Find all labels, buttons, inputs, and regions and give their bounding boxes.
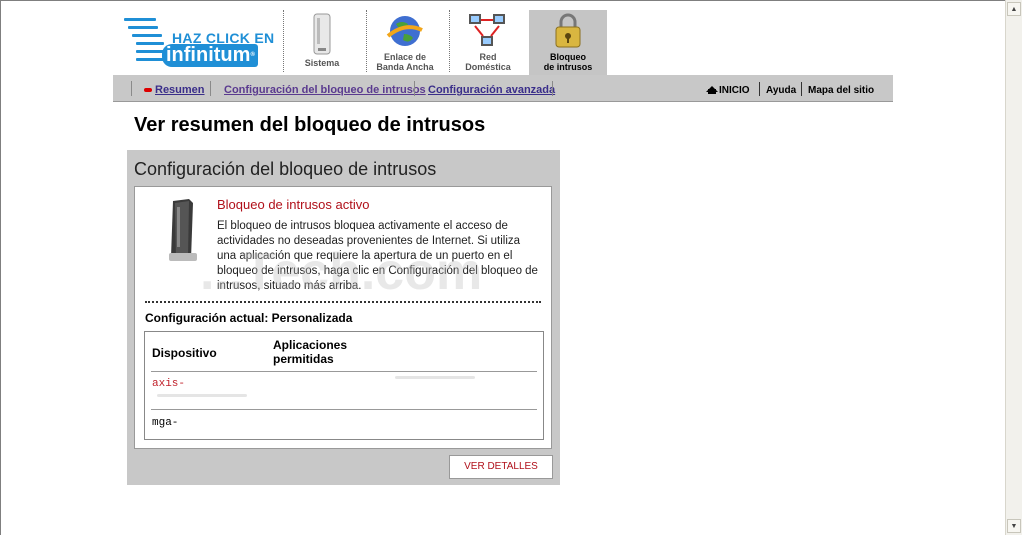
status-description: El bloqueo de intrusos bloquea activamen… [217,220,538,292]
tab-enlace[interactable]: Enlace de Banda Ancha [366,10,444,75]
sub-navigation: Resumen Configuración del bloqueo de int… [113,75,893,102]
column-header-device: Dispositivo [152,346,217,360]
devices-table: Dispositivo Aplicaciones permitidas axis… [144,331,544,440]
panel-content: Bloqueo de intrusos activo El bloqueo de… [134,186,552,449]
divider [145,301,541,303]
view-details-button[interactable]: VER DETALLES [449,455,553,479]
page-title: Ver resumen del bloqueo de intrusos [134,114,486,136]
tab-label: Sistema [304,58,340,68]
tab-red-domestica[interactable]: Red Doméstica [449,10,527,75]
active-indicator-icon [144,88,152,93]
intrusion-block-panel: Configuración del bloqueo de intrusos Bl… [127,150,560,485]
window-frame-left [0,0,1,535]
home-link[interactable]: INICIO [706,85,750,96]
nav-config-bloqueo[interactable]: Configuración del bloqueo de intrusos [224,84,426,96]
status-title: Bloqueo de intrusos activo [217,197,370,212]
device-name: mga- [152,417,179,429]
tab-label-2: Doméstica [465,62,511,72]
row-divider [151,371,537,372]
tab-label-2: de intrusos [543,62,593,72]
gateway-device-icon [169,199,197,261]
tab-bloqueo-intrusos[interactable]: Bloqueo de intrusos [529,10,607,75]
lock-icon [555,13,581,48]
window-frame-top [0,0,1022,1]
nav-config-avanzada[interactable]: Configuración avanzada [428,84,555,96]
row-divider [151,409,537,410]
sitemap-link[interactable]: Mapa del sitio [808,85,874,96]
vertical-scrollbar[interactable]: ▲ ▼ [1005,0,1022,535]
column-header-apps-1: Aplicaciones [273,338,348,352]
redacted-text [395,376,475,379]
globe-icon [386,16,423,46]
column-header-apps-2: permitidas [273,352,334,366]
panel-title: Configuración del bloqueo de intrusos [134,159,437,179]
tab-label-1: Red [479,52,497,62]
tab-label-2: Banda Ancha [376,62,434,72]
tab-sistema[interactable]: Sistema [283,10,361,75]
nav-resumen[interactable]: Resumen [144,84,205,96]
tab-label-1: Enlace de [383,52,427,62]
device-name: axis- [152,378,186,390]
logo-line2: infinitum® [162,44,258,67]
modem-icon [313,13,331,55]
network-icon [469,14,505,46]
help-link[interactable]: Ayuda [766,85,796,96]
scroll-up-icon[interactable]: ▲ [1007,2,1021,16]
current-config: Configuración actual: Personalizada [145,311,353,325]
tab-label-1: Bloqueo [550,52,586,62]
scroll-down-icon[interactable]: ▼ [1007,519,1021,533]
redacted-text [157,394,247,397]
